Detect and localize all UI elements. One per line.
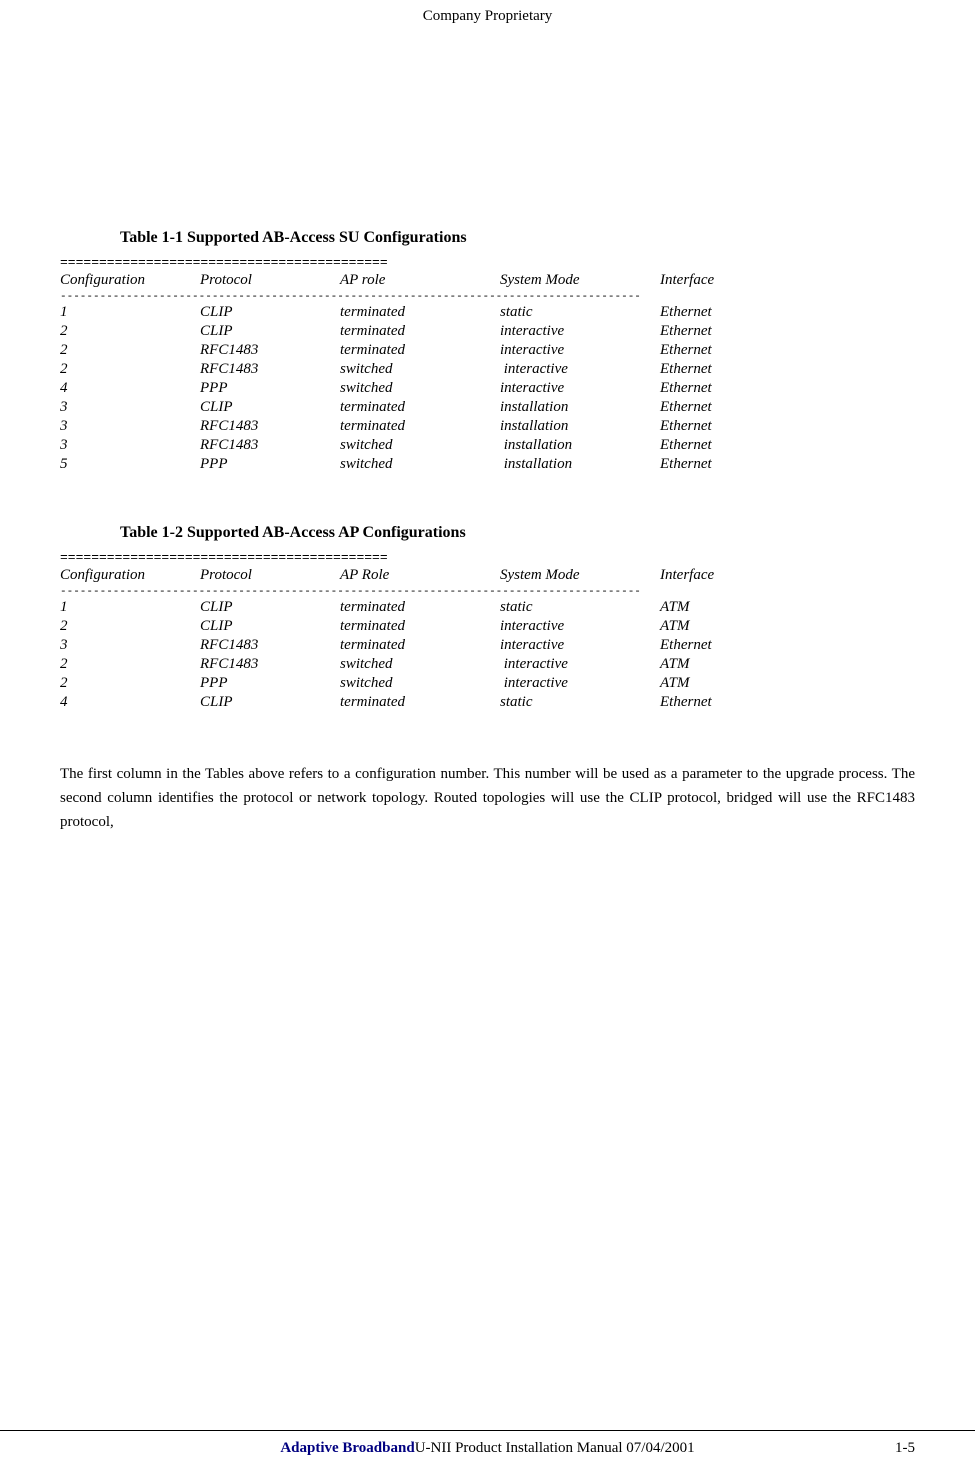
table2-col-aprole: AP Role [340,567,500,584]
table1-col-config: Configuration [60,272,200,289]
table-row: 4 CLIP terminated static Ethernet [60,693,915,712]
header-title: Company Proprietary [423,8,553,24]
table-row: 1 CLIP terminated static Ethernet [60,303,915,322]
table1-dashes: ----------------------------------------… [60,291,915,303]
table-row: 3 RFC1483 terminated interactive Etherne… [60,636,915,655]
table2-col-protocol: Protocol [200,567,340,584]
footer-brand: Adaptive Broadband [280,1440,414,1457]
table2-equals-top: ========================================… [60,550,915,565]
page-footer: Adaptive Broadband U-NII Product Install… [0,1430,975,1465]
table2-header-row: Configuration Protocol AP Role System Mo… [60,565,915,586]
table1-col-aprole: AP role [340,272,500,289]
table2-col-config: Configuration [60,567,200,584]
table-row: 2 CLIP terminated interactive Ethernet [60,322,915,341]
table-row: 1 CLIP terminated static ATM [60,598,915,617]
table2-block: Table 1-2 Supported AB-Access AP Configu… [60,524,915,712]
table-row: 3 RFC1483 switched installation Ethernet [60,436,915,455]
table-row: 3 RFC1483 terminated installation Ethern… [60,417,915,436]
table-row: 2 RFC1483 switched interactive ATM [60,655,915,674]
table-row: 2 CLIP terminated interactive ATM [60,617,915,636]
page-header: Company Proprietary [0,0,975,29]
table2-dashes: ----------------------------------------… [60,586,915,598]
footer-text: U-NII Product Installation Manual 07/04/… [415,1440,695,1457]
table-row: 2 RFC1483 terminated interactive Etherne… [60,341,915,360]
table1-block: Table 1-1 Supported AB-Access SU Configu… [60,229,915,474]
table2-col-interface: Interface [660,567,780,584]
description-text: The first column in the Tables above ref… [60,762,915,834]
page-content: Table 1-1 Supported AB-Access SU Configu… [0,229,975,834]
table2-title: Table 1-2 Supported AB-Access AP Configu… [60,524,915,542]
table1-equals-top: ========================================… [60,255,915,270]
table1-title: Table 1-1 Supported AB-Access SU Configu… [60,229,915,247]
table1-col-protocol: Protocol [200,272,340,289]
table2-col-sysmode: System Mode [500,567,660,584]
table1-col-sysmode: System Mode [500,272,660,289]
footer-page: 1-5 [895,1440,915,1457]
table1-header-row: Configuration Protocol AP role System Mo… [60,270,915,291]
table-row: 4 PPP switched interactive Ethernet [60,379,915,398]
table1-col-interface: Interface [660,272,780,289]
table-row: 2 RFC1483 switched interactive Ethernet [60,360,915,379]
table-row: 5 PPP switched installation Ethernet [60,455,915,474]
table-row: 3 CLIP terminated installation Ethernet [60,398,915,417]
table-row: 2 PPP switched interactive ATM [60,674,915,693]
